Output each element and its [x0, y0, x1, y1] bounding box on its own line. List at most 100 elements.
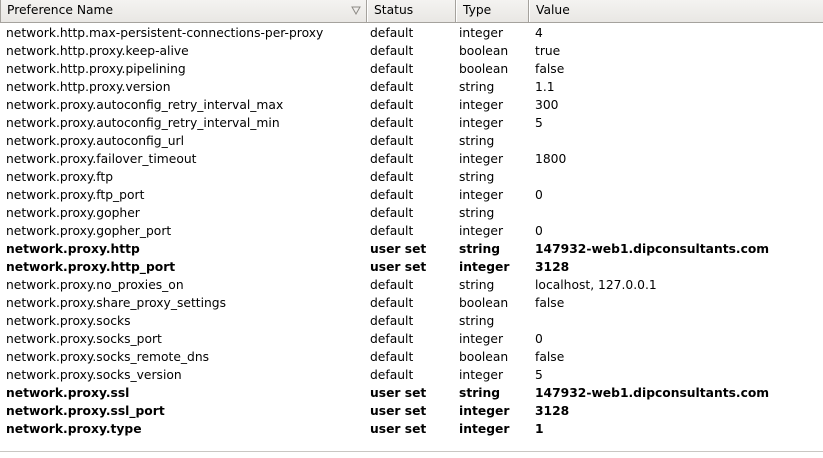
- table-row[interactable]: network.proxy.socks default string: [0, 312, 823, 330]
- type-cell: integer: [459, 332, 504, 346]
- status-cell: default: [370, 134, 414, 148]
- preference-name-cell: network.proxy.autoconfig_url: [6, 134, 185, 148]
- value-cell: 147932-web1.dipconsultants.com: [535, 242, 770, 256]
- table-row[interactable]: network.proxy.socks_port default integer 0: [0, 330, 823, 348]
- preference-rows: network.http.max-persistent-connections-…: [0, 24, 823, 438]
- status-cell: default: [370, 350, 414, 364]
- status-cell: default: [370, 332, 414, 346]
- status-cell: default: [370, 62, 414, 76]
- table-row[interactable]: network.http.max-persistent-connections-…: [0, 24, 823, 42]
- table-row[interactable]: network.proxy.failover_timeout default int…: [0, 150, 823, 168]
- status-cell: default: [370, 224, 414, 238]
- table-row[interactable]: network.proxy.http_port user set integer 31…: [0, 258, 823, 276]
- value-cell: 3128: [535, 260, 570, 274]
- preference-name-cell: network.proxy.http_port: [6, 260, 176, 274]
- preference-name-cell: network.http.proxy.keep-alive: [6, 44, 189, 58]
- status-cell: default: [370, 26, 414, 40]
- value-cell: 5: [535, 116, 543, 130]
- preference-name-cell: network.proxy.failover_timeout: [6, 152, 197, 166]
- column-header-label: Status: [374, 3, 414, 17]
- value-cell: 4: [535, 26, 543, 40]
- status-cell: default: [370, 314, 414, 328]
- preference-name-cell: network.proxy.type: [6, 422, 142, 436]
- type-cell: boolean: [459, 350, 509, 364]
- preference-name-cell: network.proxy.autoconfig_retry_interval_…: [6, 116, 280, 130]
- value-cell: 0: [535, 188, 543, 202]
- type-cell: boolean: [459, 296, 509, 310]
- preference-name-cell: network.proxy.share_proxy_settings: [6, 296, 227, 310]
- status-cell: default: [370, 368, 414, 382]
- preference-name-cell: network.http.proxy.version: [6, 80, 171, 94]
- type-cell: integer: [459, 188, 504, 202]
- type-cell: string: [459, 206, 495, 220]
- preference-name-cell: network.proxy.ftp: [6, 170, 114, 184]
- status-cell: default: [370, 206, 414, 220]
- sort-indicator-icon: [351, 6, 361, 15]
- table-row[interactable]: network.http.proxy.keep-alive default bool…: [0, 42, 823, 60]
- value-cell: [529, 168, 823, 186]
- value-cell: true: [535, 44, 561, 58]
- status-cell: default: [370, 296, 414, 310]
- table-row[interactable]: network.proxy.gopher default string: [0, 204, 823, 222]
- value-cell: 0: [535, 224, 543, 238]
- preference-name-cell: network.proxy.gopher: [6, 206, 140, 220]
- type-cell: string: [459, 80, 495, 94]
- value-cell: false: [535, 62, 565, 76]
- value-cell: 1: [535, 422, 544, 436]
- status-cell: default: [370, 80, 414, 94]
- column-header-status[interactable]: Status: [367, 0, 456, 22]
- status-cell: default: [370, 188, 414, 202]
- table-row[interactable]: network.proxy.autoconfig_url default strin…: [0, 132, 823, 150]
- preferences-table: Preference Name Status Type Value networ…: [0, 0, 823, 458]
- column-header-row: Preference Name Status Type Value: [0, 0, 823, 23]
- value-cell: [529, 204, 823, 222]
- table-row[interactable]: network.http.proxy.pipelining default bool…: [0, 60, 823, 78]
- table-row[interactable]: network.proxy.ftp_port default integer 0: [0, 186, 823, 204]
- table-row[interactable]: network.proxy.http user set string 147932-w…: [0, 240, 823, 258]
- column-header-value[interactable]: Value: [529, 0, 823, 22]
- table-row[interactable]: network.proxy.gopher_port default integer 0: [0, 222, 823, 240]
- table-row[interactable]: network.proxy.autoconfig_retry_interval_…: [0, 114, 823, 132]
- table-row[interactable]: network.proxy.ssl_port user set integer 312…: [0, 402, 823, 420]
- table-row[interactable]: network.http.proxy.version default string 1…: [0, 78, 823, 96]
- type-cell: string: [459, 278, 495, 292]
- type-cell: integer: [459, 368, 504, 382]
- preference-name-cell: network.proxy.http: [6, 242, 140, 256]
- table-row[interactable]: network.proxy.autoconfig_retry_interval_…: [0, 96, 823, 114]
- type-cell: string: [459, 386, 501, 400]
- table-row[interactable]: network.proxy.ftp default string: [0, 168, 823, 186]
- preference-name-cell: network.proxy.no_proxies_on: [6, 278, 184, 292]
- preference-name-cell: network.proxy.ftp_port: [6, 188, 145, 202]
- preference-name-cell: network.proxy.socks_port: [6, 332, 162, 346]
- status-cell: default: [370, 278, 414, 292]
- column-header-type[interactable]: Type: [456, 0, 529, 22]
- table-row[interactable]: network.proxy.type user set integer 1: [0, 420, 823, 438]
- column-header-label: Preference Name: [7, 3, 114, 17]
- type-cell: string: [459, 134, 495, 148]
- type-cell: integer: [459, 404, 510, 418]
- status-cell: user set: [370, 386, 427, 400]
- status-cell: user set: [370, 404, 427, 418]
- type-cell: string: [459, 170, 495, 184]
- value-cell: false: [535, 350, 565, 364]
- column-header-preference-name[interactable]: Preference Name: [0, 0, 367, 22]
- table-row[interactable]: network.proxy.socks_remote_dns default boo…: [0, 348, 823, 366]
- type-cell: integer: [459, 224, 504, 238]
- value-cell: 147932-web1.dipconsultants.com: [535, 386, 770, 400]
- table-row[interactable]: network.proxy.ssl user set string 147932-we…: [0, 384, 823, 402]
- preference-name-cell: network.http.max-persistent-connections-…: [6, 26, 324, 40]
- table-row[interactable]: network.proxy.share_proxy_settings defaul…: [0, 294, 823, 312]
- preference-name-cell: network.proxy.ssl: [6, 386, 130, 400]
- value-cell: false: [535, 296, 565, 310]
- table-row[interactable]: network.proxy.no_proxies_on default string…: [0, 276, 823, 294]
- type-cell: integer: [459, 260, 510, 274]
- table-row[interactable]: network.proxy.socks_version default intege…: [0, 366, 823, 384]
- type-cell: integer: [459, 422, 510, 436]
- value-cell: [529, 132, 823, 150]
- value-cell: 1800: [535, 152, 567, 166]
- status-cell: user set: [370, 242, 427, 256]
- preference-name-cell: network.proxy.autoconfig_retry_interval_…: [6, 98, 284, 112]
- preference-name-cell: network.proxy.ssl_port: [6, 404, 165, 418]
- preference-name-cell: network.proxy.gopher_port: [6, 224, 172, 238]
- preference-name-cell: network.http.proxy.pipelining: [6, 62, 186, 76]
